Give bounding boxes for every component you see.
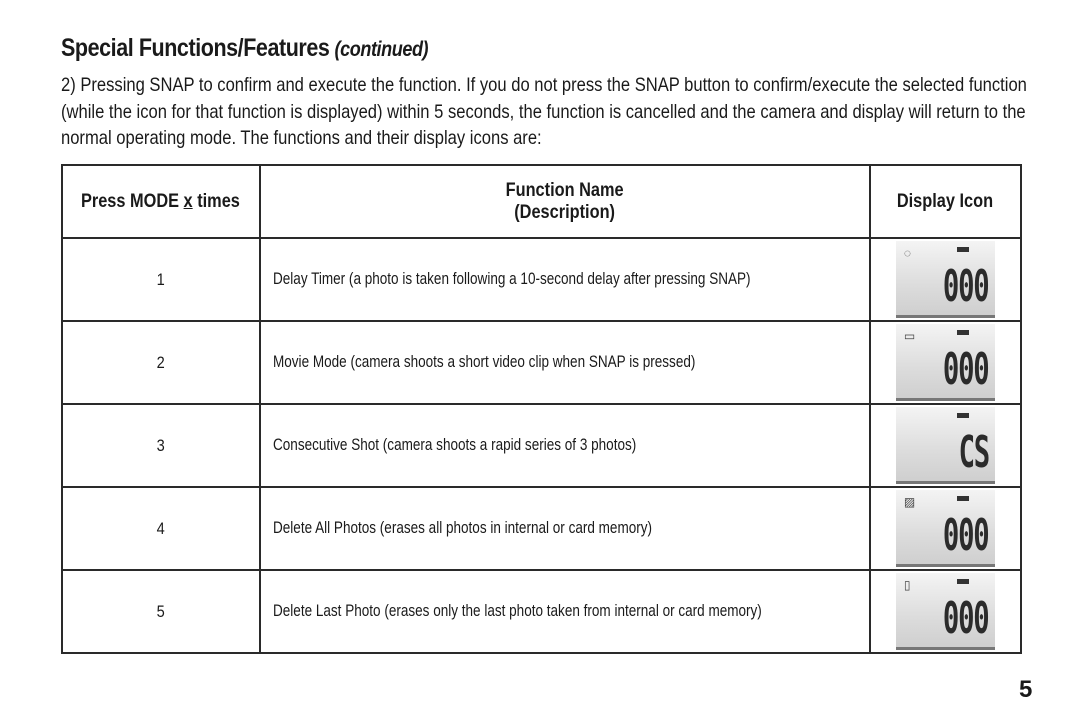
header-display-icon-text: Display Icon [897, 190, 994, 212]
display-icon-cell: ▭ 000 [868, 320, 1023, 405]
page-title: Special Functions/Features (continued) [61, 34, 429, 63]
press-count-cell: 3 [61, 403, 261, 488]
title-continued: (continued) [334, 38, 429, 61]
table-row: 5 Delete Last Photo (erases only the last… [61, 569, 1023, 654]
press-count: 3 [156, 435, 165, 455]
header-function-name-text: Function Name [505, 179, 624, 201]
press-count-cell: 5 [61, 569, 261, 654]
function-description-cell: Consecutive Shot (camera shoots a rapid … [258, 403, 871, 488]
title-text: Special Functions/Features [61, 34, 330, 62]
mode-symbol-icon: ◌ [903, 246, 911, 260]
press-count-cell: 4 [61, 486, 261, 571]
header-press-x: x [183, 190, 194, 212]
header-press-mode: Press MODE x times [61, 164, 261, 239]
table-header-row: Press MODE x times Function Name (Descrip… [61, 164, 1023, 239]
function-description: Delete All Photos (erases all photos in … [272, 519, 652, 537]
lcd-readout: CS [958, 427, 990, 478]
table-row: 2 Movie Mode (camera shoots a short video… [61, 320, 1023, 405]
press-count-cell: 2 [61, 320, 261, 405]
functions-table: Press MODE x times Function Name (Descrip… [61, 164, 1023, 654]
table-row: 4 Delete All Photos (erases all photos in… [61, 486, 1023, 571]
mode-symbol-icon: ▨ [903, 495, 916, 509]
table-row: 3 Consecutive Shot (camera shoots a rapid… [61, 403, 1023, 488]
function-description: Delete Last Photo (erases only the last … [272, 602, 762, 620]
function-description: Delay Timer (a photo is taken following … [272, 270, 751, 288]
battery-icon [956, 247, 969, 252]
delete-last-lcd-icon: ▯ 000 [895, 573, 995, 650]
header-function-name: Function Name (Description) [258, 164, 871, 239]
battery-icon [956, 413, 969, 418]
function-description-cell: Delete Last Photo (erases only the last … [258, 569, 871, 654]
intro-line: 2) Pressing SNAP to confirm and execute … [61, 74, 1027, 96]
function-description: Consecutive Shot (camera shoots a rapid … [272, 436, 636, 454]
battery-icon [956, 330, 969, 335]
display-icon-cell: ◌ 000 [868, 237, 1023, 322]
function-description-cell: Delay Timer (a photo is taken following … [258, 237, 871, 322]
lcd-readout: 000 [943, 261, 990, 312]
table-row: 1 Delay Timer (a photo is taken following… [61, 237, 1023, 322]
lcd-readout: 000 [943, 344, 990, 395]
delete-all-lcd-icon: ▨ 000 [895, 490, 995, 567]
header-press-prefix: Press MODE [81, 190, 184, 212]
mode-symbol-icon: ▭ [903, 329, 916, 343]
press-count: 4 [156, 518, 165, 538]
function-description-cell: Delete All Photos (erases all photos in … [258, 486, 871, 571]
press-count: 1 [156, 269, 165, 289]
mode-symbol-icon: ▯ [903, 578, 911, 592]
page-number: 5 [1019, 676, 1033, 703]
function-description: Movie Mode (camera shoots a short video … [272, 353, 695, 371]
header-press-suffix: times [193, 190, 241, 212]
lcd-readout: 000 [943, 510, 990, 561]
battery-icon [956, 579, 969, 584]
intro-line: normal operating mode. The functions and… [61, 127, 542, 149]
press-count: 5 [156, 601, 165, 621]
intro-paragraph: 2) Pressing SNAP to confirm and execute … [61, 72, 1027, 152]
header-display-icon: Display Icon [868, 164, 1023, 239]
movie-mode-lcd-icon: ▭ 000 [895, 324, 995, 401]
header-description-text: (Description) [514, 201, 616, 223]
press-count-cell: 1 [61, 237, 261, 322]
press-count: 2 [156, 352, 165, 372]
display-icon-cell: ▨ 000 [868, 486, 1023, 571]
delay-timer-lcd-icon: ◌ 000 [895, 241, 995, 318]
lcd-readout: 000 [943, 593, 990, 644]
consecutive-shot-lcd-icon: CS [895, 407, 995, 484]
function-description-cell: Movie Mode (camera shoots a short video … [258, 320, 871, 405]
display-icon-cell: ▯ 000 [868, 569, 1023, 654]
intro-line: (while the icon for that function is dis… [61, 100, 1026, 123]
display-icon-cell: CS [868, 403, 1023, 488]
battery-icon [956, 496, 969, 501]
